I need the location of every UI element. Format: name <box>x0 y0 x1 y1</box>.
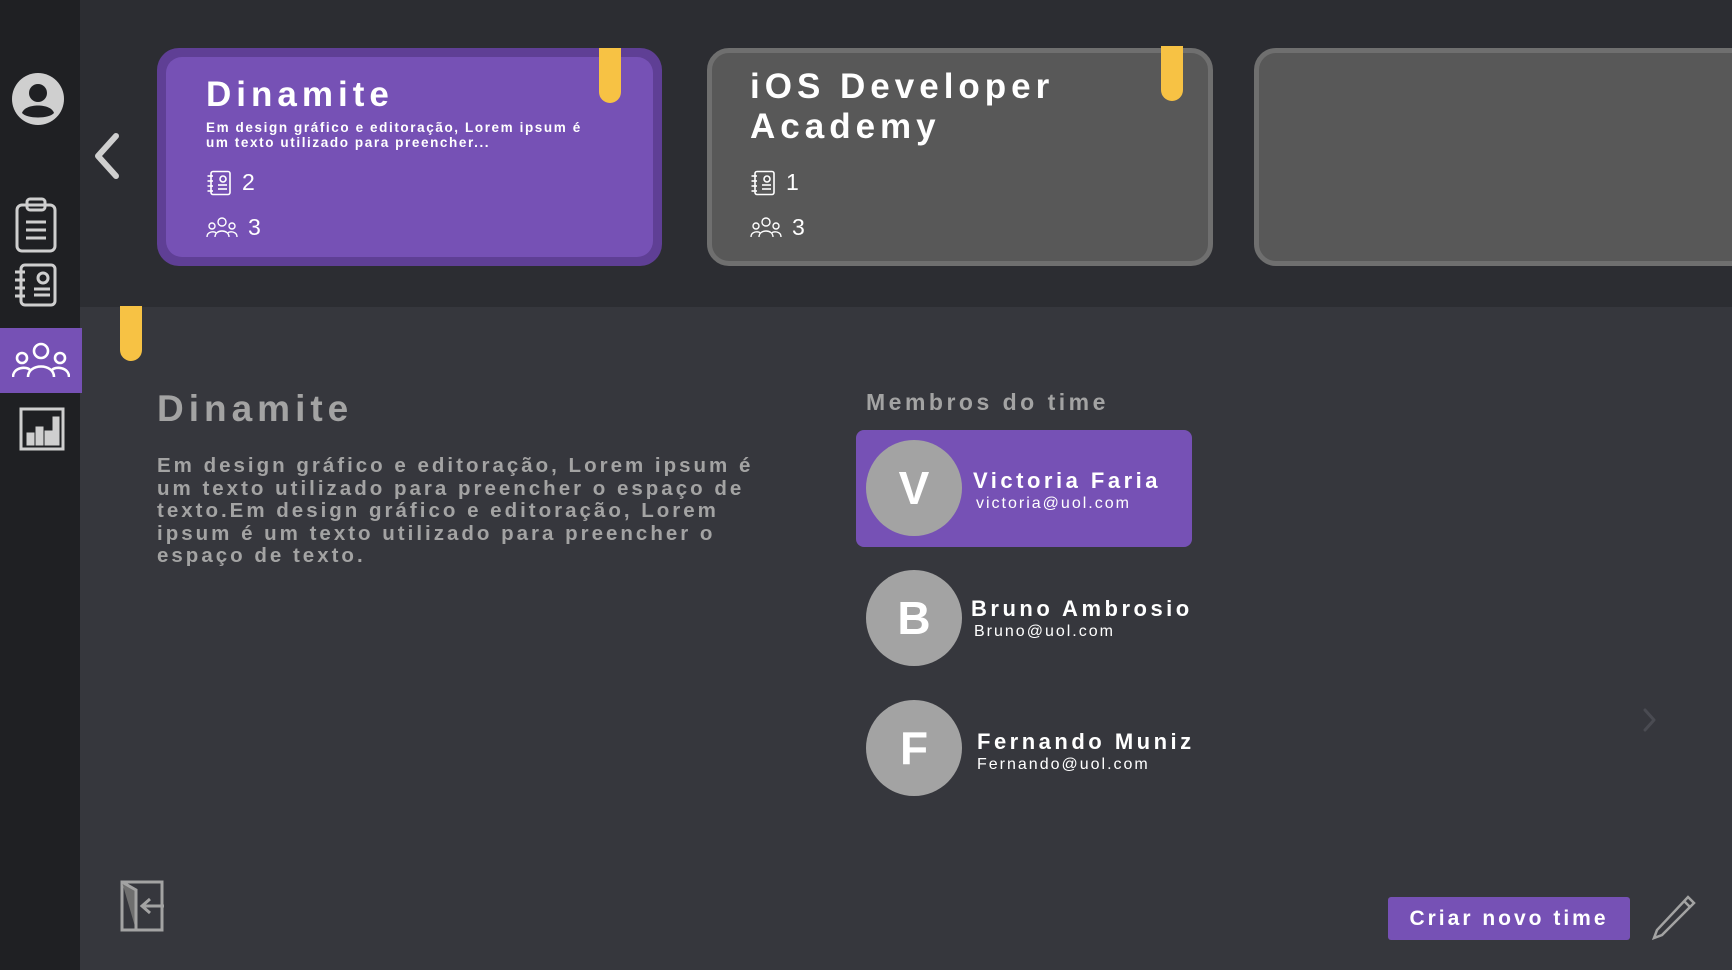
member-avatar: B <box>866 570 962 666</box>
members-count: 3 <box>248 214 261 240</box>
projects-stat: 1 <box>750 169 799 196</box>
team-icon[interactable] <box>0 328 82 393</box>
member-name: Victoria Faria <box>973 468 1161 493</box>
member-email: Bruno@uol.com <box>974 623 1115 640</box>
detail-bookmark-tab <box>120 306 142 361</box>
avatar-icon[interactable] <box>11 72 65 126</box>
members-stat: 3 <box>206 214 261 241</box>
team-icon <box>206 216 238 237</box>
member-name: Bruno Ambrosio <box>971 596 1193 621</box>
member-avatar: F <box>866 700 962 796</box>
member-item[interactable]: B Bruno Ambrosio Bruno@uol.com <box>856 560 1192 677</box>
card-bookmark-tab <box>1161 46 1183 101</box>
team-icon <box>750 216 782 237</box>
team-card-inner: Dinamite Em design gráfico e editoração,… <box>166 57 653 257</box>
notebook-icon <box>207 170 231 195</box>
projects-count: 1 <box>786 169 799 195</box>
projects-count: 2 <box>242 169 255 195</box>
member-email: Fernando@uol.com <box>977 756 1150 773</box>
chevron-right-icon[interactable] <box>1640 706 1658 734</box>
sidebar <box>0 0 82 970</box>
team-card-dinamite[interactable]: Dinamite Em design gráfico e editoração,… <box>157 48 662 266</box>
members-section-title: Membros do time <box>866 389 1109 415</box>
notebook-icon[interactable] <box>12 262 60 308</box>
member-item[interactable]: F Fernando Muniz Fernando@uol.com <box>856 690 1192 807</box>
create-team-button[interactable]: Criar novo time <box>1388 897 1630 940</box>
team-detail-description: Em design gráfico e editoração, Lorem ip… <box>157 454 754 568</box>
card-description: Em design gráfico e editoração, Lorem ip… <box>206 120 582 150</box>
chart-icon[interactable] <box>18 406 66 452</box>
team-card-ios-developer-academy[interactable]: iOS Developer Academy 1 3 <box>707 48 1213 266</box>
team-card-partial[interactable] <box>1254 48 1732 266</box>
chevron-left-icon[interactable] <box>90 130 126 182</box>
clipboard-icon[interactable] <box>12 196 60 254</box>
member-item[interactable]: V Victoria Faria victoria@uol.com <box>856 430 1192 547</box>
member-avatar: V <box>866 440 962 536</box>
card-title: Dinamite <box>206 75 394 114</box>
member-name: Fernando Muniz <box>977 729 1195 754</box>
logout-icon[interactable] <box>118 878 170 934</box>
projects-stat: 2 <box>206 169 255 196</box>
card-bookmark-tab <box>599 48 621 103</box>
members-count: 3 <box>792 214 805 240</box>
card-title: iOS Developer Academy <box>750 67 1055 146</box>
notebook-icon <box>751 170 775 195</box>
pencil-icon[interactable] <box>1648 893 1698 943</box>
team-detail-title: Dinamite <box>157 388 354 429</box>
members-stat: 3 <box>750 214 805 241</box>
member-email: victoria@uol.com <box>976 495 1131 512</box>
